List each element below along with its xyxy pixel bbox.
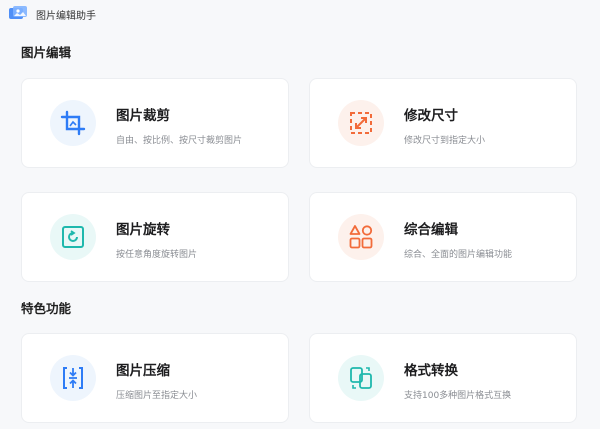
rotate-icon-circle (50, 214, 96, 260)
card-image-crop[interactable]: 图片裁剪 自由、按比例、按尺寸裁剪图片 (21, 78, 289, 168)
card-title: 综合编辑 (404, 222, 458, 238)
section-title-features: 特色功能 (21, 301, 72, 316)
card-description: 自由、按比例、按尺寸裁剪图片 (116, 136, 243, 146)
app-title: 图片编辑助手 (36, 10, 96, 22)
card-image-rotate[interactable]: 图片旋转 按任意角度旋转图片 (21, 192, 289, 282)
rotate-icon (62, 226, 84, 248)
card-format-convert[interactable]: 格式转换 支持100多种图片格式互换 (309, 333, 577, 423)
card-title: 图片压缩 (116, 363, 170, 379)
resize-icon-circle (338, 100, 384, 146)
crop-icon-circle (50, 100, 96, 146)
card-comprehensive-edit[interactable]: 综合编辑 综合、全面的图片编辑功能 (309, 192, 577, 282)
compress-icon (63, 367, 83, 389)
card-resize[interactable]: 修改尺寸 修改尺寸到指定大小 (309, 78, 577, 168)
convert-icon-circle (338, 355, 384, 401)
compress-icon-circle (50, 355, 96, 401)
section-title-edit: 图片编辑 (21, 45, 72, 60)
card-description: 压缩图片至指定大小 (116, 391, 198, 401)
convert-icon (350, 367, 372, 389)
title-bar: 图片编辑助手 (0, 0, 600, 28)
card-description: 综合、全面的图片编辑功能 (404, 250, 513, 260)
crop-icon (60, 110, 86, 136)
app-logo-icon (9, 6, 27, 19)
card-title: 修改尺寸 (404, 108, 458, 124)
card-image-compress[interactable]: 图片压缩 压缩图片至指定大小 (21, 333, 289, 423)
shapes-icon-circle (338, 214, 384, 260)
card-title: 格式转换 (404, 363, 458, 379)
card-title: 图片裁剪 (116, 108, 170, 124)
shapes-icon (349, 225, 373, 249)
resize-icon (350, 112, 372, 134)
card-description: 修改尺寸到指定大小 (404, 136, 486, 146)
card-description: 支持100多种图片格式互换 (404, 391, 512, 401)
card-title: 图片旋转 (116, 222, 170, 238)
card-description: 按任意角度旋转图片 (116, 250, 198, 260)
